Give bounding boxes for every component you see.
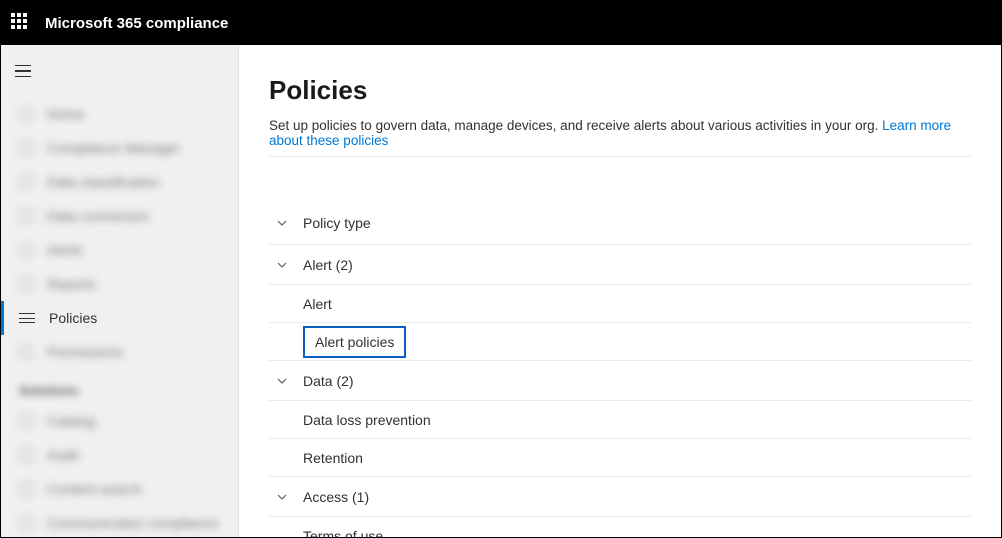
chevron-down-icon (275, 490, 289, 504)
top-bar: Microsoft 365 compliance (1, 1, 1001, 45)
sidebar-item-home[interactable]: Home (1, 97, 238, 131)
sidebar: Home Compliance Manager Data classificat… (1, 45, 239, 537)
chevron-down-icon (275, 258, 289, 272)
sidebar-item-permissions[interactable]: Permissions (1, 335, 238, 369)
policy-list: Policy type Alert (2) Alert Alert polici… (269, 201, 971, 537)
sidebar-item-label: Permissions (47, 344, 123, 360)
sidebar-item-label: Home (47, 106, 84, 122)
group-label: Data (2) (303, 373, 354, 389)
app-title: Microsoft 365 compliance (45, 15, 228, 32)
sidebar-item-label: Data classification (47, 174, 160, 190)
sidebar-item-label: Catalog (47, 413, 95, 429)
sidebar-item-label: Policies (49, 310, 97, 326)
sidebar-item-label: Compliance Manager (47, 140, 180, 156)
row-label: Retention (303, 450, 363, 466)
policy-row-dlp[interactable]: Data loss prevention (269, 401, 971, 439)
page-title: Policies (269, 75, 971, 106)
sidebar-item-label: Reports (47, 276, 96, 292)
main-content: Policies Set up policies to govern data,… (239, 45, 1001, 537)
sidebar-item-content-search[interactable]: Content search (1, 472, 238, 506)
group-label: Access (1) (303, 489, 369, 505)
page-description: Set up policies to govern data, manage d… (269, 118, 971, 148)
policy-row-terms-of-use[interactable]: Terms of use (269, 517, 971, 537)
group-label: Alert (2) (303, 257, 353, 273)
sidebar-item-data-classification[interactable]: Data classification (1, 165, 238, 199)
policy-row-retention[interactable]: Retention (269, 439, 971, 477)
sidebar-item-data-connectors[interactable]: Data connectors (1, 199, 238, 233)
sidebar-item-label: Audit (47, 447, 79, 463)
row-label: Alert (303, 296, 332, 312)
column-header-policy-type[interactable]: Policy type (269, 201, 971, 245)
sidebar-heading-solutions: Solutions (1, 369, 238, 404)
divider (269, 156, 971, 157)
sidebar-item-reports[interactable]: Reports (1, 267, 238, 301)
sidebar-item-label: Content search (47, 481, 142, 497)
sidebar-item-policies[interactable]: Policies (1, 301, 238, 335)
sidebar-item-catalog[interactable]: Catalog (1, 404, 238, 438)
app-launcher-icon[interactable] (11, 13, 31, 33)
chevron-down-icon (275, 374, 289, 388)
row-label: Terms of use (303, 528, 383, 537)
policy-row-alert-policies[interactable]: Alert policies (269, 323, 971, 361)
header-label: Policy type (303, 215, 371, 231)
sidebar-item-label: Alerts (47, 242, 83, 258)
group-header-data[interactable]: Data (2) (269, 361, 971, 401)
policies-icon (19, 313, 35, 323)
chevron-down-icon (275, 216, 289, 230)
sidebar-item-communication-compliance[interactable]: Communication compliance (1, 506, 238, 538)
sidebar-item-label: Data connectors (47, 208, 149, 224)
collapse-nav-button[interactable] (15, 55, 47, 87)
sidebar-item-audit[interactable]: Audit (1, 438, 238, 472)
sidebar-item-alerts[interactable]: Alerts (1, 233, 238, 267)
group-header-alert[interactable]: Alert (2) (269, 245, 971, 285)
policy-row-alert[interactable]: Alert (269, 285, 971, 323)
sidebar-item-label: Communication compliance (47, 515, 219, 531)
group-header-access[interactable]: Access (1) (269, 477, 971, 517)
sidebar-item-compliance-manager[interactable]: Compliance Manager (1, 131, 238, 165)
row-label: Data loss prevention (303, 412, 431, 428)
row-label: Alert policies (303, 326, 406, 358)
